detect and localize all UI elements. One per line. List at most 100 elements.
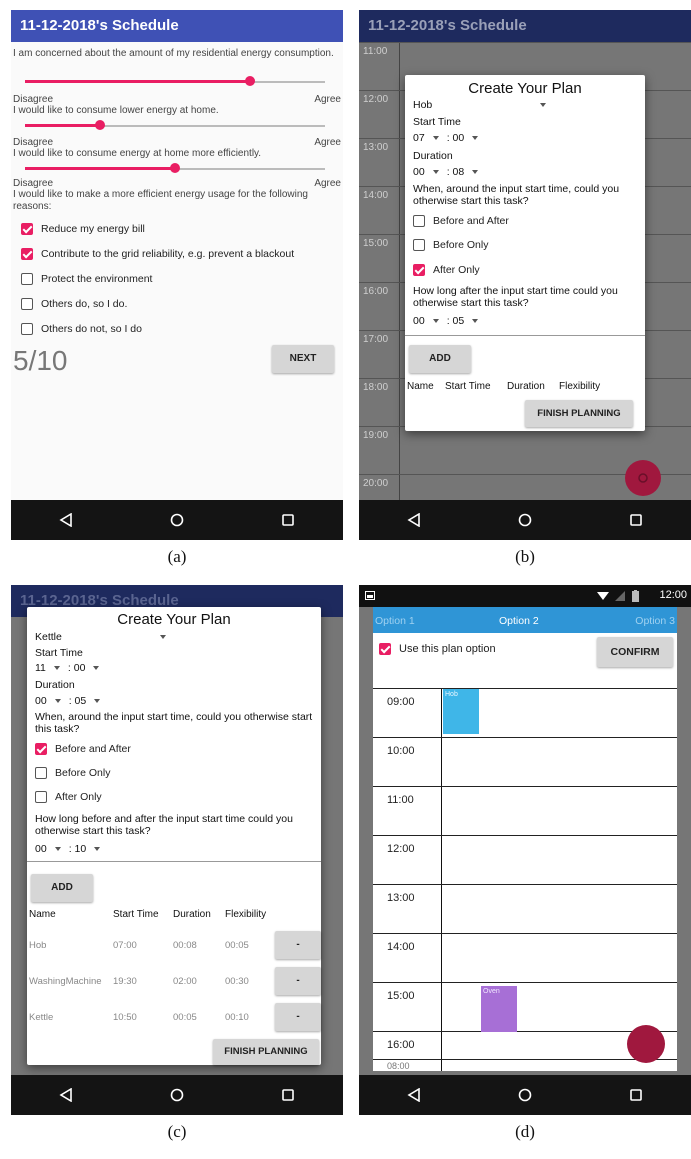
recents-icon[interactable] (281, 513, 295, 527)
option-before-only[interactable]: Before Only (413, 239, 488, 251)
home-icon[interactable] (518, 513, 532, 527)
flexibility-question: When, around the input start time, could… (35, 711, 313, 735)
slider-thumb[interactable] (170, 163, 180, 173)
tab-option-1[interactable]: Option 1 (375, 615, 415, 627)
event-block-oven[interactable]: Oven (481, 986, 517, 1032)
hour-label: 14:00 (363, 190, 389, 201)
duration-label: Duration (413, 150, 453, 162)
scale-max-label: Agree (314, 137, 341, 148)
scale-max-label: Agree (314, 178, 341, 189)
finish-planning-button[interactable]: FINISH PLANNING (213, 1039, 319, 1065)
add-task-button[interactable]: ADD (31, 874, 93, 902)
column-header-duration: Duration (173, 909, 211, 920)
appliance-select[interactable]: Hob (413, 99, 554, 111)
event-block-hob[interactable]: Hob (443, 689, 479, 734)
add-fab-button[interactable] (625, 460, 661, 496)
tab-option-2[interactable]: Option 2 (499, 615, 539, 627)
back-icon[interactable] (407, 1088, 421, 1102)
android-nav-bar (11, 500, 343, 540)
chevron-down-icon[interactable] (53, 666, 60, 670)
scale-min-label: Disagree (13, 137, 54, 148)
reason-checkbox-others-do[interactable]: Others do, so I do. (21, 298, 127, 310)
back-icon[interactable] (407, 513, 421, 527)
chevron-down-icon[interactable] (54, 847, 61, 851)
app-bar-title: 11-12-2018's Schedule (359, 10, 691, 42)
checkbox-checked[interactable] (21, 248, 33, 260)
start-time-picker[interactable]: 07: 00 (413, 132, 486, 144)
checkbox-unchecked[interactable] (21, 323, 33, 335)
chevron-down-icon[interactable] (94, 699, 101, 703)
battery-icon (632, 590, 639, 602)
checkbox-checked[interactable] (413, 264, 425, 276)
chevron-down-icon[interactable] (93, 666, 100, 670)
recents-icon[interactable] (629, 513, 643, 527)
panel-label-b: (b) (515, 547, 535, 566)
checkbox-unchecked[interactable] (413, 215, 425, 227)
dialog-title: Create Your Plan (468, 80, 582, 97)
checkbox-checked[interactable] (379, 643, 391, 655)
reason-checkbox-others-do-not[interactable]: Others do not, so I do (21, 323, 142, 335)
task-name: Hob (29, 940, 47, 951)
chevron-down-icon[interactable] (432, 319, 439, 323)
flex-duration-picker[interactable]: 00: 05 (413, 315, 486, 327)
checkbox-unchecked[interactable] (21, 298, 33, 310)
plan-option-tabs: Option 1 Option 2 Option 3 (373, 607, 677, 633)
option-before-and-after[interactable]: Before and After (35, 743, 131, 755)
slider-thumb[interactable] (95, 120, 105, 130)
finish-planning-button[interactable]: FINISH PLANNING (525, 400, 633, 427)
chevron-down-icon[interactable] (432, 136, 439, 140)
task-flexibility: 00:05 (225, 940, 249, 951)
remove-task-button[interactable]: - (275, 967, 321, 995)
home-icon[interactable] (170, 1088, 184, 1102)
flex-duration-picker[interactable]: 00: 10 (35, 843, 108, 855)
option-after-only[interactable]: After Only (35, 791, 102, 803)
option-before-and-after[interactable]: Before and After (413, 215, 509, 227)
use-plan-option-checkbox[interactable]: Use this plan option (379, 643, 496, 655)
add-task-button[interactable]: ADD (409, 345, 471, 373)
remove-task-button[interactable]: - (275, 931, 321, 959)
back-icon[interactable] (59, 513, 73, 527)
start-time-picker[interactable]: 11: 00 (35, 662, 107, 674)
appliance-select[interactable]: Kettle (35, 631, 174, 643)
remove-task-button[interactable]: - (275, 1003, 321, 1031)
panel-label-d: (d) (515, 1122, 535, 1141)
back-icon[interactable] (59, 1088, 73, 1102)
column-header-name: Name (29, 909, 56, 920)
slider-thumb[interactable] (245, 76, 255, 86)
chevron-down-icon[interactable] (472, 136, 479, 140)
recents-icon[interactable] (629, 1088, 643, 1102)
chevron-down-icon[interactable] (94, 847, 101, 851)
reason-checkbox-bill[interactable]: Reduce my energy bill (21, 223, 145, 235)
hour-label: 20:00 (363, 478, 389, 489)
chevron-down-icon[interactable] (472, 170, 479, 174)
tab-option-3[interactable]: Option 3 (635, 615, 675, 627)
slider-question-3[interactable] (25, 163, 325, 173)
checkbox-unchecked[interactable] (35, 791, 47, 803)
chevron-down-icon[interactable] (472, 319, 479, 323)
next-button[interactable]: NEXT (272, 345, 334, 373)
confirm-button[interactable]: CONFIRM (597, 637, 673, 667)
slider-question-1[interactable] (25, 76, 325, 86)
reason-checkbox-environment[interactable]: Protect the environment (21, 273, 152, 285)
home-icon[interactable] (518, 1088, 532, 1102)
hour-label: 12:00 (387, 843, 415, 855)
checkbox-checked[interactable] (21, 223, 33, 235)
option-before-only[interactable]: Before Only (35, 767, 110, 779)
checkbox-unchecked[interactable] (35, 767, 47, 779)
checkbox-unchecked[interactable] (413, 239, 425, 251)
reason-checkbox-grid[interactable]: Contribute to the grid reliability, e.g.… (21, 248, 294, 260)
chevron-down-icon[interactable] (54, 699, 61, 703)
duration-picker[interactable]: 00: 08 (413, 166, 486, 178)
recents-icon[interactable] (281, 1088, 295, 1102)
task-name: Kettle (29, 1012, 54, 1023)
slider-question-2[interactable] (25, 120, 325, 130)
column-header-flexibility: Flexibility (559, 381, 601, 392)
duration-picker[interactable]: 00: 05 (35, 695, 108, 707)
option-after-only[interactable]: After Only (413, 264, 480, 276)
chevron-down-icon (159, 635, 166, 639)
checkbox-unchecked[interactable] (21, 273, 33, 285)
home-icon[interactable] (170, 513, 184, 527)
checkbox-checked[interactable] (35, 743, 47, 755)
chevron-down-icon[interactable] (432, 170, 439, 174)
add-fab-button[interactable] (627, 1025, 665, 1063)
